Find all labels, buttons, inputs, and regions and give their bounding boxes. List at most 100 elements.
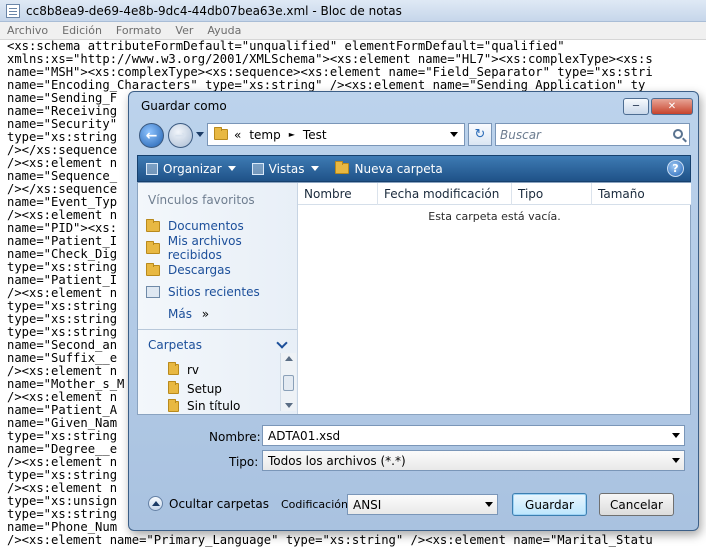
help-button[interactable]: ? — [667, 160, 684, 177]
organize-label: Organizar — [163, 161, 222, 176]
more-links-button[interactable]: Más » — [168, 307, 209, 321]
hide-folders-button[interactable]: Ocultar carpetas — [148, 496, 269, 511]
filetype-value: Todos los archivos (*.*) — [268, 453, 406, 468]
divider — [138, 329, 297, 330]
sidebar-item-mis-archivos-recibidos[interactable]: Mis archivos recibidos — [146, 234, 297, 262]
dialog-title: Guardar como — [141, 99, 227, 113]
sidebar-item-sitios-recientes[interactable]: Sitios recientes — [146, 283, 260, 301]
command-toolbar: Organizar Vistas Nueva carpeta ? — [137, 155, 691, 182]
column-tipo[interactable]: Tipo — [512, 183, 592, 205]
search-input[interactable]: Buscar — [495, 123, 690, 146]
sidebar-item-label: Descargas — [168, 263, 231, 277]
tree-item-sin-titulo[interactable]: Sin título — [168, 399, 240, 413]
minimize-button[interactable]: ─ — [623, 98, 649, 115]
filetype-select[interactable]: Todos los archivos (*.*) — [262, 450, 685, 471]
recent-places-icon — [146, 286, 160, 298]
chevron-down-icon[interactable] — [672, 433, 680, 438]
address-dropdown-icon[interactable] — [450, 132, 458, 137]
scroll-down-icon[interactable] — [285, 403, 293, 408]
scroll-thumb[interactable] — [283, 375, 294, 391]
tree-item-label: rv — [187, 362, 200, 377]
forward-arrow-icon: → — [174, 127, 187, 144]
encoding-select[interactable]: ANSI — [347, 494, 498, 515]
chevron-down-icon[interactable] — [672, 458, 680, 463]
encoding-label: Codificación: — [281, 498, 352, 511]
filename-value: ADTA01.xsd — [268, 428, 341, 443]
views-icon — [251, 162, 264, 175]
tree-item-setup[interactable]: Setup — [168, 380, 222, 397]
new-folder-icon — [334, 161, 349, 174]
file-list[interactable]: Nombre Fecha modificación Tipo Tamaño Es… — [298, 183, 691, 414]
navigation-bar: ← → « temp ► Test ↻ Buscar — [137, 120, 692, 150]
search-placeholder: Buscar — [500, 127, 541, 142]
folder-icon — [168, 362, 179, 375]
menu-formato[interactable]: Formato — [109, 24, 169, 37]
refresh-icon: ↻ — [474, 127, 486, 142]
encoding-value: ANSI — [353, 497, 382, 512]
chevron-down-icon — [227, 166, 236, 171]
address-bar[interactable]: « temp ► Test — [207, 123, 465, 146]
notepad-icon — [6, 3, 20, 18]
recent-pages-icon[interactable] — [196, 132, 204, 137]
address-crumb-test[interactable]: Test — [303, 128, 327, 142]
new-folder-button[interactable]: Nueva carpeta — [327, 161, 451, 176]
empty-folder-message: Esta carpeta está vacía. — [428, 210, 561, 223]
cancel-button[interactable]: Cancelar — [599, 493, 674, 516]
crumb-separator-icon[interactable]: ► — [289, 130, 295, 139]
scroll-up-icon[interactable] — [285, 356, 293, 361]
notepad-menu-bar: Archivo Edición Formato Ver Ayuda — [0, 22, 706, 40]
file-browser: Vínculos favoritos Documentos Mis archiv… — [137, 182, 691, 415]
refresh-button[interactable]: ↻ — [468, 123, 492, 146]
folder-icon — [146, 218, 160, 232]
back-button[interactable]: ← — [139, 123, 164, 148]
save-button[interactable]: Guardar — [512, 493, 587, 516]
views-button[interactable]: Vistas — [244, 162, 327, 176]
text-line: /><xs:element name="Primary_Language" ty… — [7, 533, 653, 547]
address-overflow[interactable]: « — [234, 128, 241, 142]
new-folder-label: Nueva carpeta — [354, 161, 443, 176]
column-header-row: Nombre Fecha modificación Tipo Tamaño — [298, 183, 691, 205]
favorites-header: Vínculos favoritos — [148, 193, 255, 207]
folder-icon — [168, 399, 179, 412]
search-icon[interactable] — [673, 129, 683, 139]
menu-archivo[interactable]: Archivo — [0, 24, 55, 37]
navigation-pane: Vínculos favoritos Documentos Mis archiv… — [138, 183, 298, 414]
chevron-down-icon[interactable] — [276, 337, 288, 349]
save-as-dialog: Guardar como ─ □ ✕ ← → « temp ► Test ↻ B… — [128, 91, 699, 531]
column-tamano[interactable]: Tamaño — [592, 183, 691, 205]
menu-ayuda[interactable]: Ayuda — [200, 24, 248, 37]
notepad-title: cc8b8ea9-de69-4e8b-9dc4-44db07bea63e.xml… — [26, 3, 402, 18]
sidebar-item-documentos[interactable]: Documentos — [146, 217, 244, 235]
chevron-down-icon[interactable] — [485, 502, 493, 507]
menu-edicion[interactable]: Edición — [55, 24, 109, 37]
more-label: Más — [168, 307, 192, 321]
sidebar-item-label: Mis archivos recibidos — [167, 234, 242, 262]
notepad-title-bar: cc8b8ea9-de69-4e8b-9dc4-44db07bea63e.xml… — [0, 0, 706, 22]
filename-input[interactable]: ADTA01.xsd — [262, 425, 685, 446]
back-arrow-icon: ← — [145, 127, 158, 144]
filetype-label: Tipo: — [229, 455, 259, 469]
address-crumb-temp[interactable]: temp — [249, 128, 280, 142]
organize-button[interactable]: Organizar — [138, 162, 244, 176]
column-fecha-modificacion[interactable]: Fecha modificación — [378, 183, 512, 205]
views-label: Vistas — [268, 161, 305, 176]
organize-icon — [146, 162, 158, 175]
folder-icon — [146, 240, 160, 254]
forward-button[interactable]: → — [168, 123, 193, 148]
filename-label: Nombre: — [209, 430, 261, 444]
sidebar-item-label: Sitios recientes — [168, 285, 260, 299]
tree-item-rv[interactable]: rv — [168, 361, 199, 378]
tree-item-label: Setup — [187, 381, 222, 396]
folder-icon — [168, 381, 179, 394]
folders-header[interactable]: Carpetas — [148, 338, 202, 352]
close-button[interactable]: ✕ — [651, 98, 693, 115]
collapse-icon — [148, 496, 163, 511]
chevron-down-icon — [310, 166, 319, 171]
folders-scrollbar[interactable] — [280, 353, 296, 411]
column-nombre[interactable]: Nombre — [298, 183, 378, 205]
folder-icon — [214, 127, 228, 140]
folder-icon — [146, 262, 160, 276]
tree-item-label: Sin título — [187, 399, 241, 413]
sidebar-item-descargas[interactable]: Descargas — [146, 261, 231, 279]
menu-ver[interactable]: Ver — [168, 24, 200, 37]
